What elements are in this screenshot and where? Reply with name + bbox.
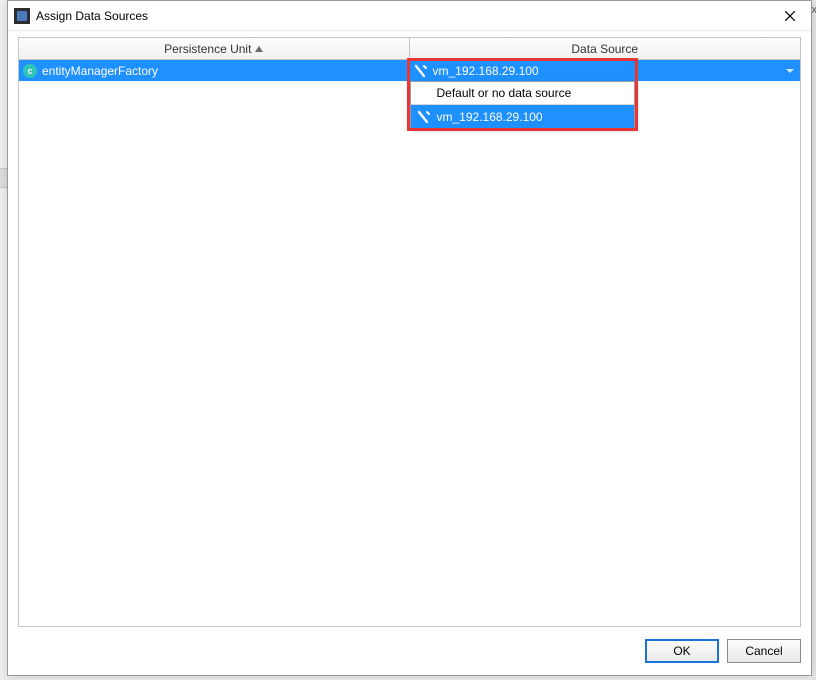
background-char: x: [812, 4, 816, 16]
table-row[interactable]: c entityManagerFactory vm_192.168.29.100: [19, 60, 800, 81]
database-icon: [414, 64, 428, 78]
titlebar: Assign Data Sources: [8, 1, 811, 31]
database-icon: [417, 110, 431, 124]
chevron-down-icon: [786, 69, 794, 73]
window-title: Assign Data Sources: [36, 9, 769, 23]
left-edge-fragment: [0, 168, 7, 188]
column-label: Persistence Unit: [164, 42, 251, 56]
close-icon: [785, 11, 795, 21]
dropdown-option-vm[interactable]: vm_192.168.29.100: [411, 105, 634, 128]
right-edge-strip: x: [812, 0, 816, 680]
close-button[interactable]: [769, 2, 811, 30]
dropdown-option-label: Default or no data source: [437, 86, 572, 100]
data-table: Persistence Unit Data Source c entityMan…: [18, 37, 801, 627]
content-area: Persistence Unit Data Source c entityMan…: [8, 31, 811, 627]
persistence-unit-icon: c: [23, 64, 37, 78]
column-persistence-unit[interactable]: Persistence Unit: [19, 38, 410, 59]
data-source-dropdown: Default or no data source vm_192.168.29.…: [410, 81, 635, 129]
dropdown-option-default[interactable]: Default or no data source: [411, 82, 634, 105]
table-header: Persistence Unit Data Source: [19, 38, 800, 60]
cancel-button[interactable]: Cancel: [727, 639, 801, 663]
ok-button[interactable]: OK: [645, 639, 719, 663]
column-data-source[interactable]: Data Source: [410, 38, 801, 59]
sort-asc-icon: [255, 46, 263, 52]
button-bar: OK Cancel: [8, 627, 811, 675]
persistence-unit-cell: c entityManagerFactory: [19, 60, 410, 81]
column-label: Data Source: [571, 42, 638, 56]
data-source-cell[interactable]: vm_192.168.29.100: [410, 60, 801, 81]
dropdown-option-label: vm_192.168.29.100: [437, 110, 543, 124]
dialog-window: Assign Data Sources Persistence Unit Dat…: [7, 0, 812, 676]
data-source-name: vm_192.168.29.100: [433, 64, 539, 78]
app-icon: [14, 8, 30, 24]
persistence-unit-name: entityManagerFactory: [42, 64, 158, 78]
